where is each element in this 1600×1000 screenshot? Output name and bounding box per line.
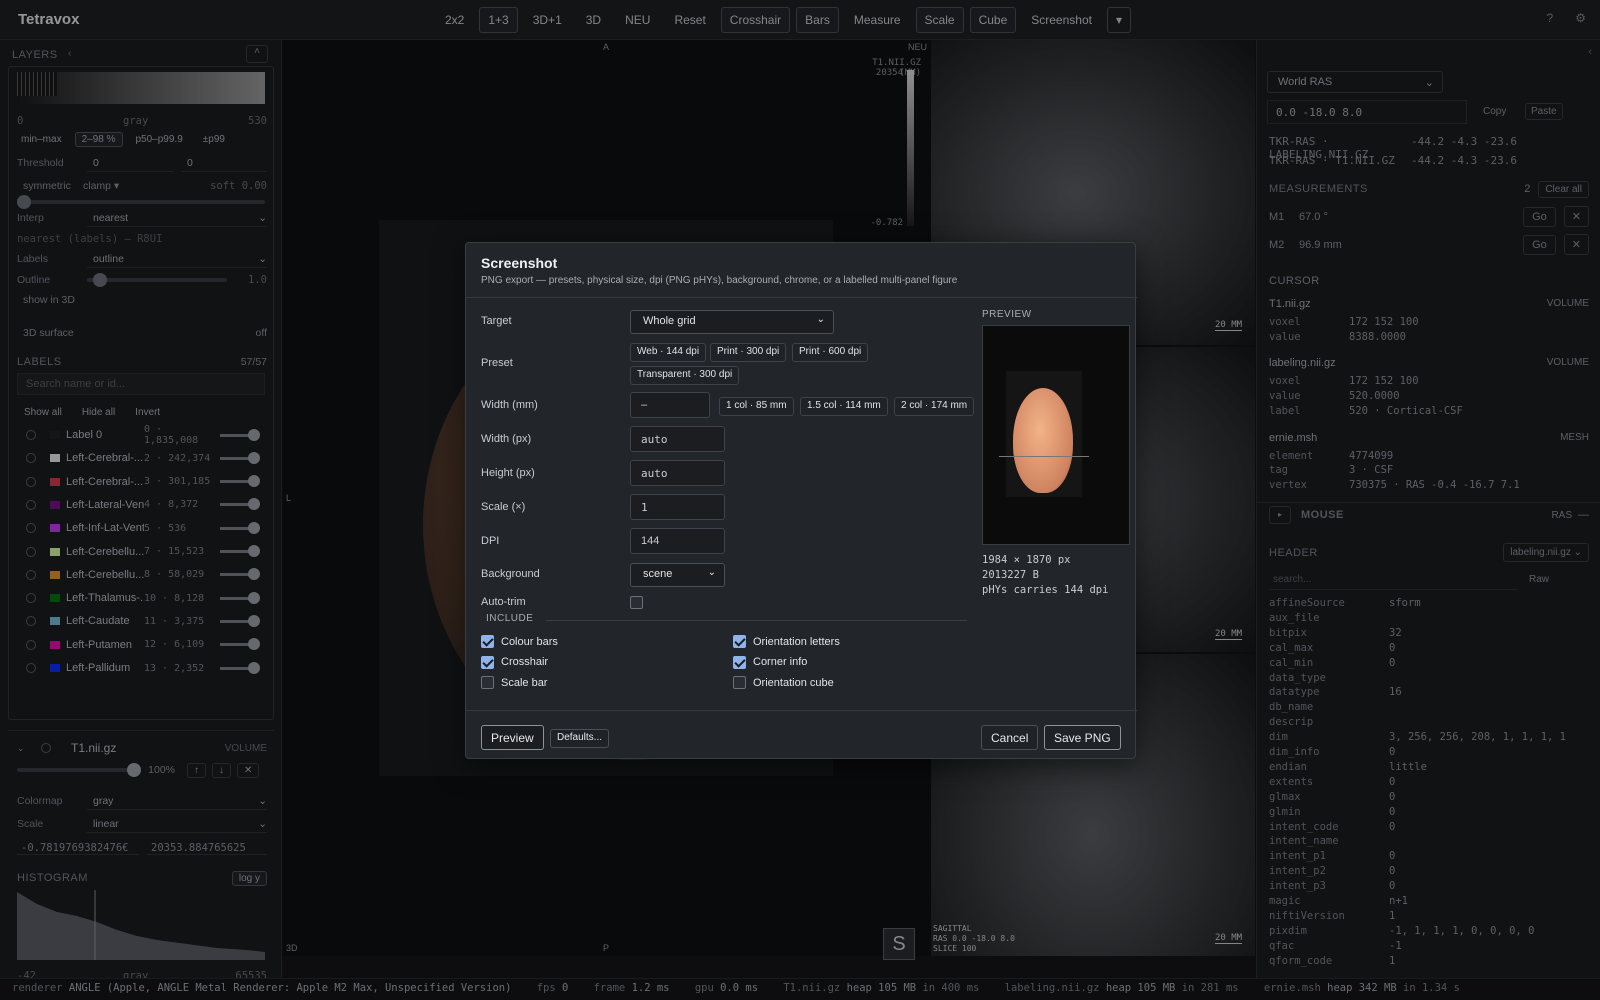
preview-image bbox=[982, 325, 1130, 545]
scale-x-input[interactable]: 1 bbox=[630, 494, 725, 520]
preview-label: PREVIEW bbox=[982, 309, 1032, 320]
checkbox-box[interactable] bbox=[481, 655, 494, 669]
checkbox-box[interactable] bbox=[733, 635, 746, 648]
col-2-button[interactable]: 2 col · 174 mm bbox=[894, 397, 975, 416]
scale-x-label: Scale (×) bbox=[481, 501, 526, 513]
include-option-label: Orientation cube bbox=[753, 676, 834, 689]
include-checkbox[interactable]: Scale bar bbox=[481, 676, 547, 689]
autotrim-label: Auto-trim bbox=[481, 596, 526, 608]
checkbox-box[interactable] bbox=[481, 676, 494, 689]
include-checkbox[interactable]: Orientation cube bbox=[733, 676, 834, 689]
save-png-button[interactable]: Save PNG bbox=[1044, 725, 1121, 750]
preset-print600-button[interactable]: Print · 600 dpi bbox=[792, 343, 869, 362]
preset-print300-button[interactable]: Print · 300 dpi bbox=[710, 343, 787, 362]
preview-bytes: 2013227 B bbox=[982, 569, 1039, 581]
preview-size: 1984 × 1870 px bbox=[982, 554, 1071, 566]
cancel-button[interactable]: Cancel bbox=[981, 725, 1039, 750]
preview-button[interactable]: Preview bbox=[481, 725, 544, 750]
preview-phys: pHYs carries 144 dpi bbox=[982, 584, 1109, 596]
target-select[interactable]: Whole grid ⌄ bbox=[630, 310, 834, 334]
include-label: INCLUDE bbox=[486, 613, 534, 624]
preset-transparent-button[interactable]: Transparent · 300 dpi bbox=[630, 366, 740, 385]
preview-head bbox=[1013, 388, 1073, 493]
height-px-input[interactable]: auto bbox=[630, 460, 725, 486]
background-label: Background bbox=[481, 568, 540, 580]
width-px-label: Width (px) bbox=[481, 433, 532, 445]
include-checkbox[interactable]: Orientation letters bbox=[733, 635, 840, 648]
defaults-button[interactable]: Defaults... bbox=[550, 729, 610, 748]
dialog-title: Screenshot bbox=[481, 255, 558, 271]
screenshot-dialog: Screenshot PNG export — presets, physica… bbox=[465, 242, 1137, 759]
preview-info: 1984 × 1870 px 2013227 B pHYs carries 14… bbox=[982, 553, 1108, 598]
col-1-5-button[interactable]: 1.5 col · 114 mm bbox=[800, 397, 888, 416]
width-px-input[interactable]: auto bbox=[630, 426, 725, 452]
dpi-label: DPI bbox=[481, 535, 500, 547]
dpi-input[interactable]: 144 bbox=[630, 528, 725, 554]
preset-label: Preset bbox=[481, 357, 513, 369]
include-checkbox[interactable]: Colour bars bbox=[481, 635, 558, 648]
background-select[interactable]: scene ⌄ bbox=[630, 563, 725, 587]
width-mm-label: Width (mm) bbox=[481, 399, 538, 411]
preview-crosshair bbox=[999, 456, 1089, 457]
include-option-label: Orientation letters bbox=[753, 635, 840, 648]
preset-web-button[interactable]: Web · 144 dpi bbox=[630, 343, 707, 362]
checkbox-box[interactable] bbox=[733, 655, 746, 669]
target-label: Target bbox=[481, 315, 512, 327]
include-option-label: Colour bars bbox=[501, 635, 558, 648]
include-option-label: Corner info bbox=[753, 656, 808, 668]
checkbox-box[interactable] bbox=[481, 635, 494, 648]
include-option-label: Scale bar bbox=[501, 676, 548, 689]
include-option-label: Crosshair bbox=[501, 656, 549, 668]
height-px-label: Height (px) bbox=[481, 467, 535, 479]
dialog-subtitle: PNG export — presets, physical size, dpi… bbox=[481, 275, 958, 286]
autotrim-checkbox[interactable] bbox=[630, 596, 650, 609]
include-checkbox[interactable]: Crosshair bbox=[481, 655, 549, 669]
width-mm-input[interactable]: – bbox=[630, 392, 710, 418]
col-1-button[interactable]: 1 col · 85 mm bbox=[719, 397, 794, 416]
include-checkbox[interactable]: Corner info bbox=[733, 655, 808, 669]
checkbox-box[interactable] bbox=[733, 676, 746, 689]
